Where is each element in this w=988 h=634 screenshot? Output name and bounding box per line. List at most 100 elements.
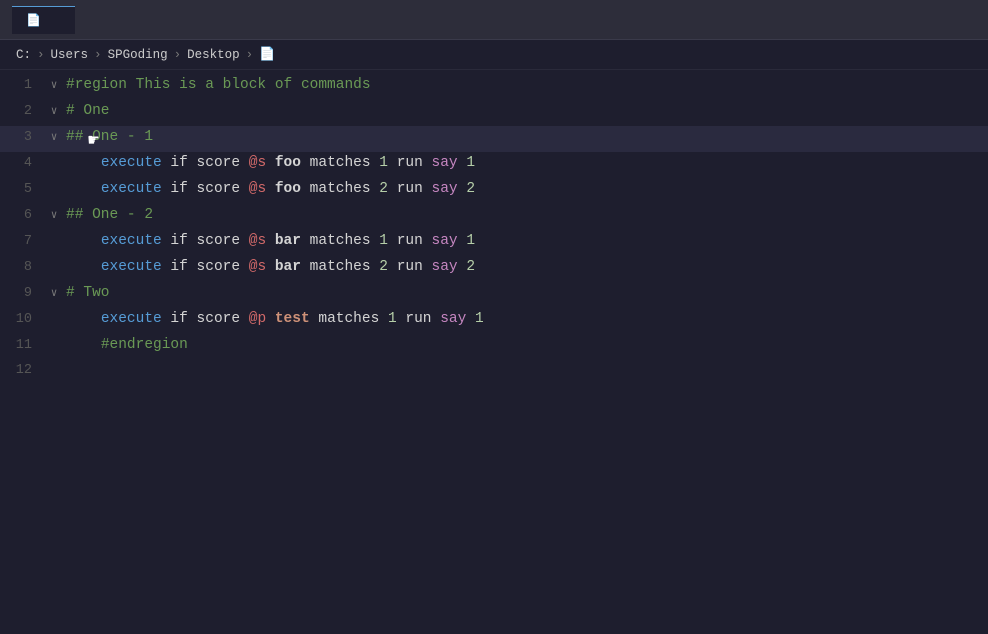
fold-arrow[interactable]: ∨ [46, 286, 62, 304]
line-number: 3 [0, 127, 46, 149]
token: say [432, 233, 458, 249]
token: run [388, 233, 432, 249]
breadcrumb-users: Users [51, 48, 89, 62]
token: matches [301, 181, 379, 197]
token: execute [101, 181, 162, 197]
line-number: 10 [0, 309, 46, 331]
token: # Two [66, 285, 110, 301]
token [66, 337, 101, 353]
fold-arrow[interactable]: ∨ [46, 208, 62, 226]
token: say [440, 311, 466, 327]
token [266, 181, 275, 197]
token: run [388, 259, 432, 275]
token: execute [101, 233, 162, 249]
token: 2 [379, 181, 388, 197]
token: #endregion [101, 337, 188, 353]
token: @p [249, 311, 266, 327]
line-content: execute if score @s bar matches 1 run sa… [62, 230, 475, 253]
line-number: 7 [0, 231, 46, 253]
line-content: ## One - 1 [62, 126, 153, 149]
breadcrumb: C: › Users › SPGoding › Desktop › 📄 [0, 40, 988, 70]
line: 5 execute if score @s foo matches 2 run … [0, 178, 988, 204]
token: 1 [379, 233, 388, 249]
line: 1∨#region This is a block of commands [0, 74, 988, 100]
token: say [432, 259, 458, 275]
token: ## One - 2 [66, 207, 153, 223]
token: 2 [466, 181, 475, 197]
line-content: execute if score @s foo matches 1 run sa… [62, 152, 475, 175]
tab[interactable]: 📄 [12, 6, 75, 34]
line: 4 execute if score @s foo matches 1 run … [0, 152, 988, 178]
token: run [388, 181, 432, 197]
token: 2 [379, 259, 388, 275]
token: run [397, 311, 441, 327]
token: if score [162, 233, 249, 249]
editor: 1∨#region This is a block of commands2∨#… [0, 70, 988, 390]
token: bar [275, 233, 301, 249]
token [66, 181, 101, 197]
token: execute [101, 155, 162, 171]
breadcrumb-sep-3: › [174, 48, 182, 62]
token: #region This is a block of commands [66, 77, 371, 93]
line-number: 9 [0, 283, 46, 305]
token: matches [301, 155, 379, 171]
line-number: 8 [0, 257, 46, 279]
breadcrumb-sep-4: › [246, 48, 254, 62]
token [66, 233, 101, 249]
token: matches [301, 233, 379, 249]
token: execute [101, 259, 162, 275]
breadcrumb-sep-2: › [94, 48, 102, 62]
token: if score [162, 181, 249, 197]
token [266, 259, 275, 275]
token: if score [162, 259, 249, 275]
line-number: 1 [0, 75, 46, 97]
token: test [275, 311, 310, 327]
line: 3∨## One - 1☛ [0, 126, 988, 152]
token [66, 259, 101, 275]
token: @s [249, 233, 266, 249]
token: if score [162, 155, 249, 171]
token: @s [249, 181, 266, 197]
token [266, 311, 275, 327]
line: 11 #endregion [0, 334, 988, 360]
line-number: 11 [0, 335, 46, 357]
fold-arrow[interactable]: ∨ [46, 104, 62, 122]
line-content: #endregion [62, 334, 188, 357]
token: 2 [466, 259, 475, 275]
token: 1 [466, 155, 475, 171]
token: 1 [466, 233, 475, 249]
token: @s [249, 259, 266, 275]
fold-arrow[interactable]: ∨ [46, 78, 62, 96]
tab-file-icon: 📄 [26, 13, 41, 28]
title-bar: 📄 [0, 0, 988, 40]
line-number: 6 [0, 205, 46, 227]
breadcrumb-file: 📄 [259, 47, 280, 62]
fold-arrow[interactable]: ∨ [46, 130, 62, 148]
line: 12 [0, 360, 988, 386]
breadcrumb-sep-1: › [37, 48, 45, 62]
line-content: #region This is a block of commands [62, 74, 371, 97]
line: 2∨# One [0, 100, 988, 126]
line: 10 execute if score @p test matches 1 ru… [0, 308, 988, 334]
line-content: ## One - 2 [62, 204, 153, 227]
token: # One [66, 103, 110, 119]
token: foo [275, 155, 301, 171]
breadcrumb-drive: C: [16, 48, 31, 62]
line: 8 execute if score @s bar matches 2 run … [0, 256, 988, 282]
token [266, 233, 275, 249]
token: foo [275, 181, 301, 197]
token: 1 [475, 311, 484, 327]
token [66, 155, 101, 171]
token: matches [301, 259, 379, 275]
line-number: 12 [0, 360, 46, 382]
breadcrumb-desktop: Desktop [187, 48, 240, 62]
line-number: 4 [0, 153, 46, 175]
line-content: execute if score @s bar matches 2 run sa… [62, 256, 475, 279]
token [66, 311, 101, 327]
token: say [432, 181, 458, 197]
line: 7 execute if score @s bar matches 1 run … [0, 230, 988, 256]
token [466, 311, 475, 327]
token: execute [101, 311, 162, 327]
line-content: # One [62, 100, 110, 123]
line: 6∨## One - 2 [0, 204, 988, 230]
